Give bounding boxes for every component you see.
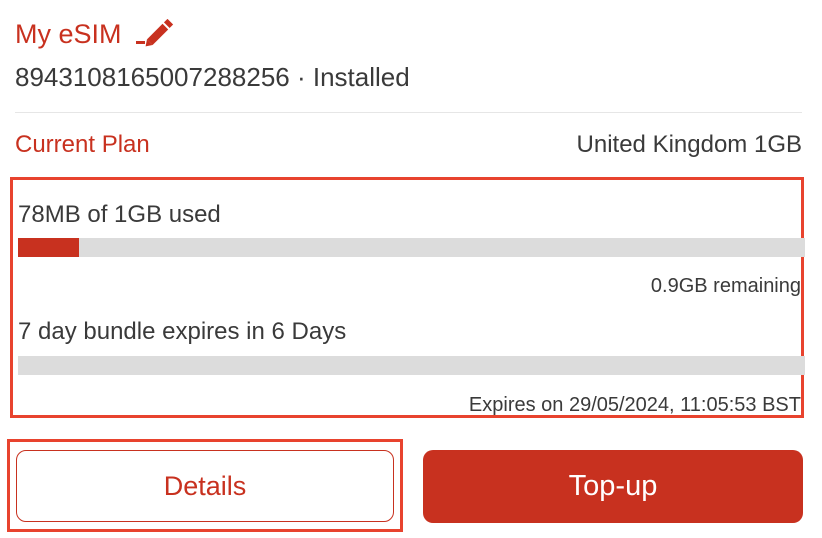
bundle-time-bar [18,356,805,375]
esim-title: My eSIM [15,19,122,49]
data-used-text: 78MB of 1GB used [18,201,221,228]
data-usage-bar [18,238,805,257]
esim-header: My eSIM [15,16,176,52]
bundle-expiry-text: 7 day bundle expires in 6 Days [18,318,347,345]
current-plan-label: Current Plan [15,131,150,158]
esim-card: My eSIM 8943108165007288256 · Installed … [0,0,822,538]
pencil-icon[interactable] [134,18,176,49]
divider [15,112,802,113]
top-up-button[interactable]: Top-up [423,450,803,523]
details-button[interactable]: Details [16,450,394,522]
usage-panel: 78MB of 1GB used 0.9GB remaining 7 day b… [10,177,805,418]
data-usage-bar-fill [18,238,80,257]
iccid-status: 8943108165007288256 · Installed [15,62,410,92]
expiry-date-text: Expires on 29/05/2024, 11:05:53 BST [468,394,801,416]
data-remaining-text: 0.9GB remaining [650,275,801,297]
current-plan-value: United Kingdom 1GB [576,131,802,158]
details-button-highlight: Details [7,439,403,532]
